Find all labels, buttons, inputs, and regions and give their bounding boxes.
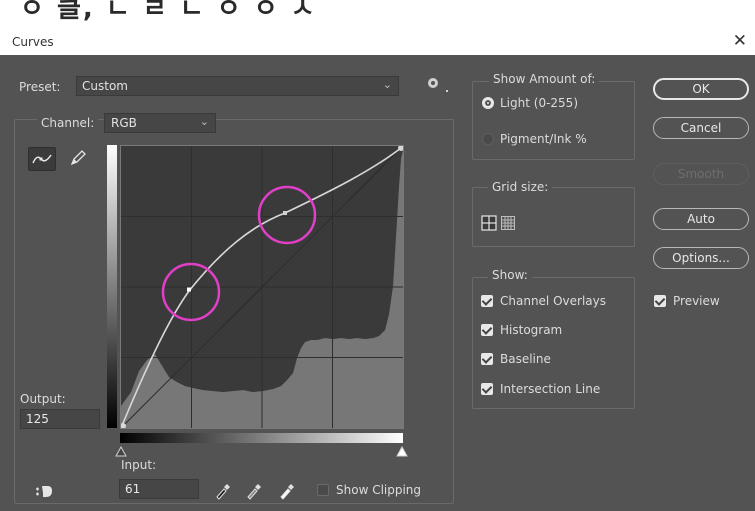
chevron-down-icon: ⌄ — [199, 115, 209, 128]
output-gradient-bar — [107, 145, 117, 428]
preview-checkbox[interactable] — [654, 295, 666, 307]
on-image-adjustment-icon[interactable] — [34, 480, 56, 502]
output-field[interactable]: 125 — [20, 409, 100, 429]
preset-value: Custom — [82, 79, 128, 93]
curve-graph-svg[interactable] — [120, 145, 404, 429]
curve-control-point[interactable] — [187, 287, 191, 292]
simple-grid-icon[interactable] — [481, 215, 497, 231]
curve-point-tool-button[interactable] — [28, 147, 56, 171]
cancel-button[interactable]: Cancel — [653, 117, 749, 139]
preview-label: Preview — [673, 294, 720, 308]
channel-overlays-label: Channel Overlays — [500, 294, 606, 308]
black-point-slider[interactable] — [114, 446, 128, 458]
channel-value: RGB — [111, 116, 137, 130]
background-heading-strip: ㅇ 클, ㄴ ㄹ ㄴ ㅇ ㅇ ㅅ — [0, 0, 755, 28]
histogram-label: Histogram — [500, 323, 563, 337]
channel-label: Channel: — [37, 116, 99, 130]
gear-icon[interactable] — [428, 78, 438, 88]
gear-menu-dot — [446, 90, 448, 92]
baseline-label: Baseline — [500, 352, 551, 366]
preset-label: Preset: — [19, 80, 61, 94]
baseline-checkbox[interactable] — [481, 353, 493, 365]
close-icon[interactable]: ✕ — [733, 31, 747, 51]
auto-button[interactable]: Auto — [653, 208, 749, 230]
pencil-icon — [70, 150, 86, 166]
chevron-down-icon: ⌄ — [382, 78, 392, 91]
options-button[interactable]: Options... — [653, 247, 749, 269]
intersection-line-checkbox[interactable] — [481, 383, 493, 395]
input-field[interactable]: 61 — [119, 479, 199, 499]
smooth-button: Smooth — [653, 163, 749, 185]
title-bar: Curves ✕ — [0, 28, 755, 55]
ok-button[interactable]: OK — [653, 78, 749, 100]
white-point-slider[interactable] — [395, 446, 409, 458]
curve-graph[interactable] — [120, 145, 404, 429]
show-title: Show: — [488, 268, 532, 282]
black-point-eyedropper-icon[interactable] — [214, 480, 232, 500]
histogram-checkbox[interactable] — [481, 324, 493, 336]
input-gradient-bar — [120, 433, 403, 443]
light-radio-label: Light (0-255) — [500, 96, 578, 110]
curve-point-tool-icon — [32, 154, 52, 164]
background-heading-text: ㅇ 클, ㄴ ㄹ ㄴ ㅇ ㅇ ㅅ — [20, 0, 317, 24]
grid-size-title: Grid size: — [488, 180, 553, 194]
curve-control-point[interactable] — [283, 211, 287, 215]
intersection-line-label: Intersection Line — [500, 382, 601, 396]
detailed-grid-icon[interactable] — [500, 215, 516, 231]
pencil-tool-button[interactable] — [64, 147, 92, 171]
window-title: Curves — [12, 35, 54, 49]
light-radio[interactable] — [482, 97, 494, 109]
pigment-radio-label: Pigment/Ink % — [500, 132, 587, 146]
show-amount-group — [472, 81, 635, 160]
channel-dropdown[interactable]: RGB ⌄ — [104, 113, 216, 133]
preset-dropdown[interactable]: Custom ⌄ — [76, 76, 399, 96]
white-point-eyedropper-icon[interactable] — [278, 480, 296, 500]
pigment-radio[interactable] — [482, 133, 494, 145]
input-label: Input: — [121, 458, 157, 472]
show-clipping-checkbox[interactable] — [317, 484, 329, 496]
curves-dialog: Preset: Custom ⌄ Channel: RGB ⌄ Output: … — [0, 55, 755, 511]
show-clipping-label: Show Clipping — [336, 483, 422, 497]
output-label: Output: — [20, 392, 66, 406]
channel-overlays-checkbox[interactable] — [481, 295, 493, 307]
gray-point-eyedropper-icon[interactable] — [245, 480, 263, 500]
show-amount-title: Show Amount of: — [489, 72, 600, 86]
